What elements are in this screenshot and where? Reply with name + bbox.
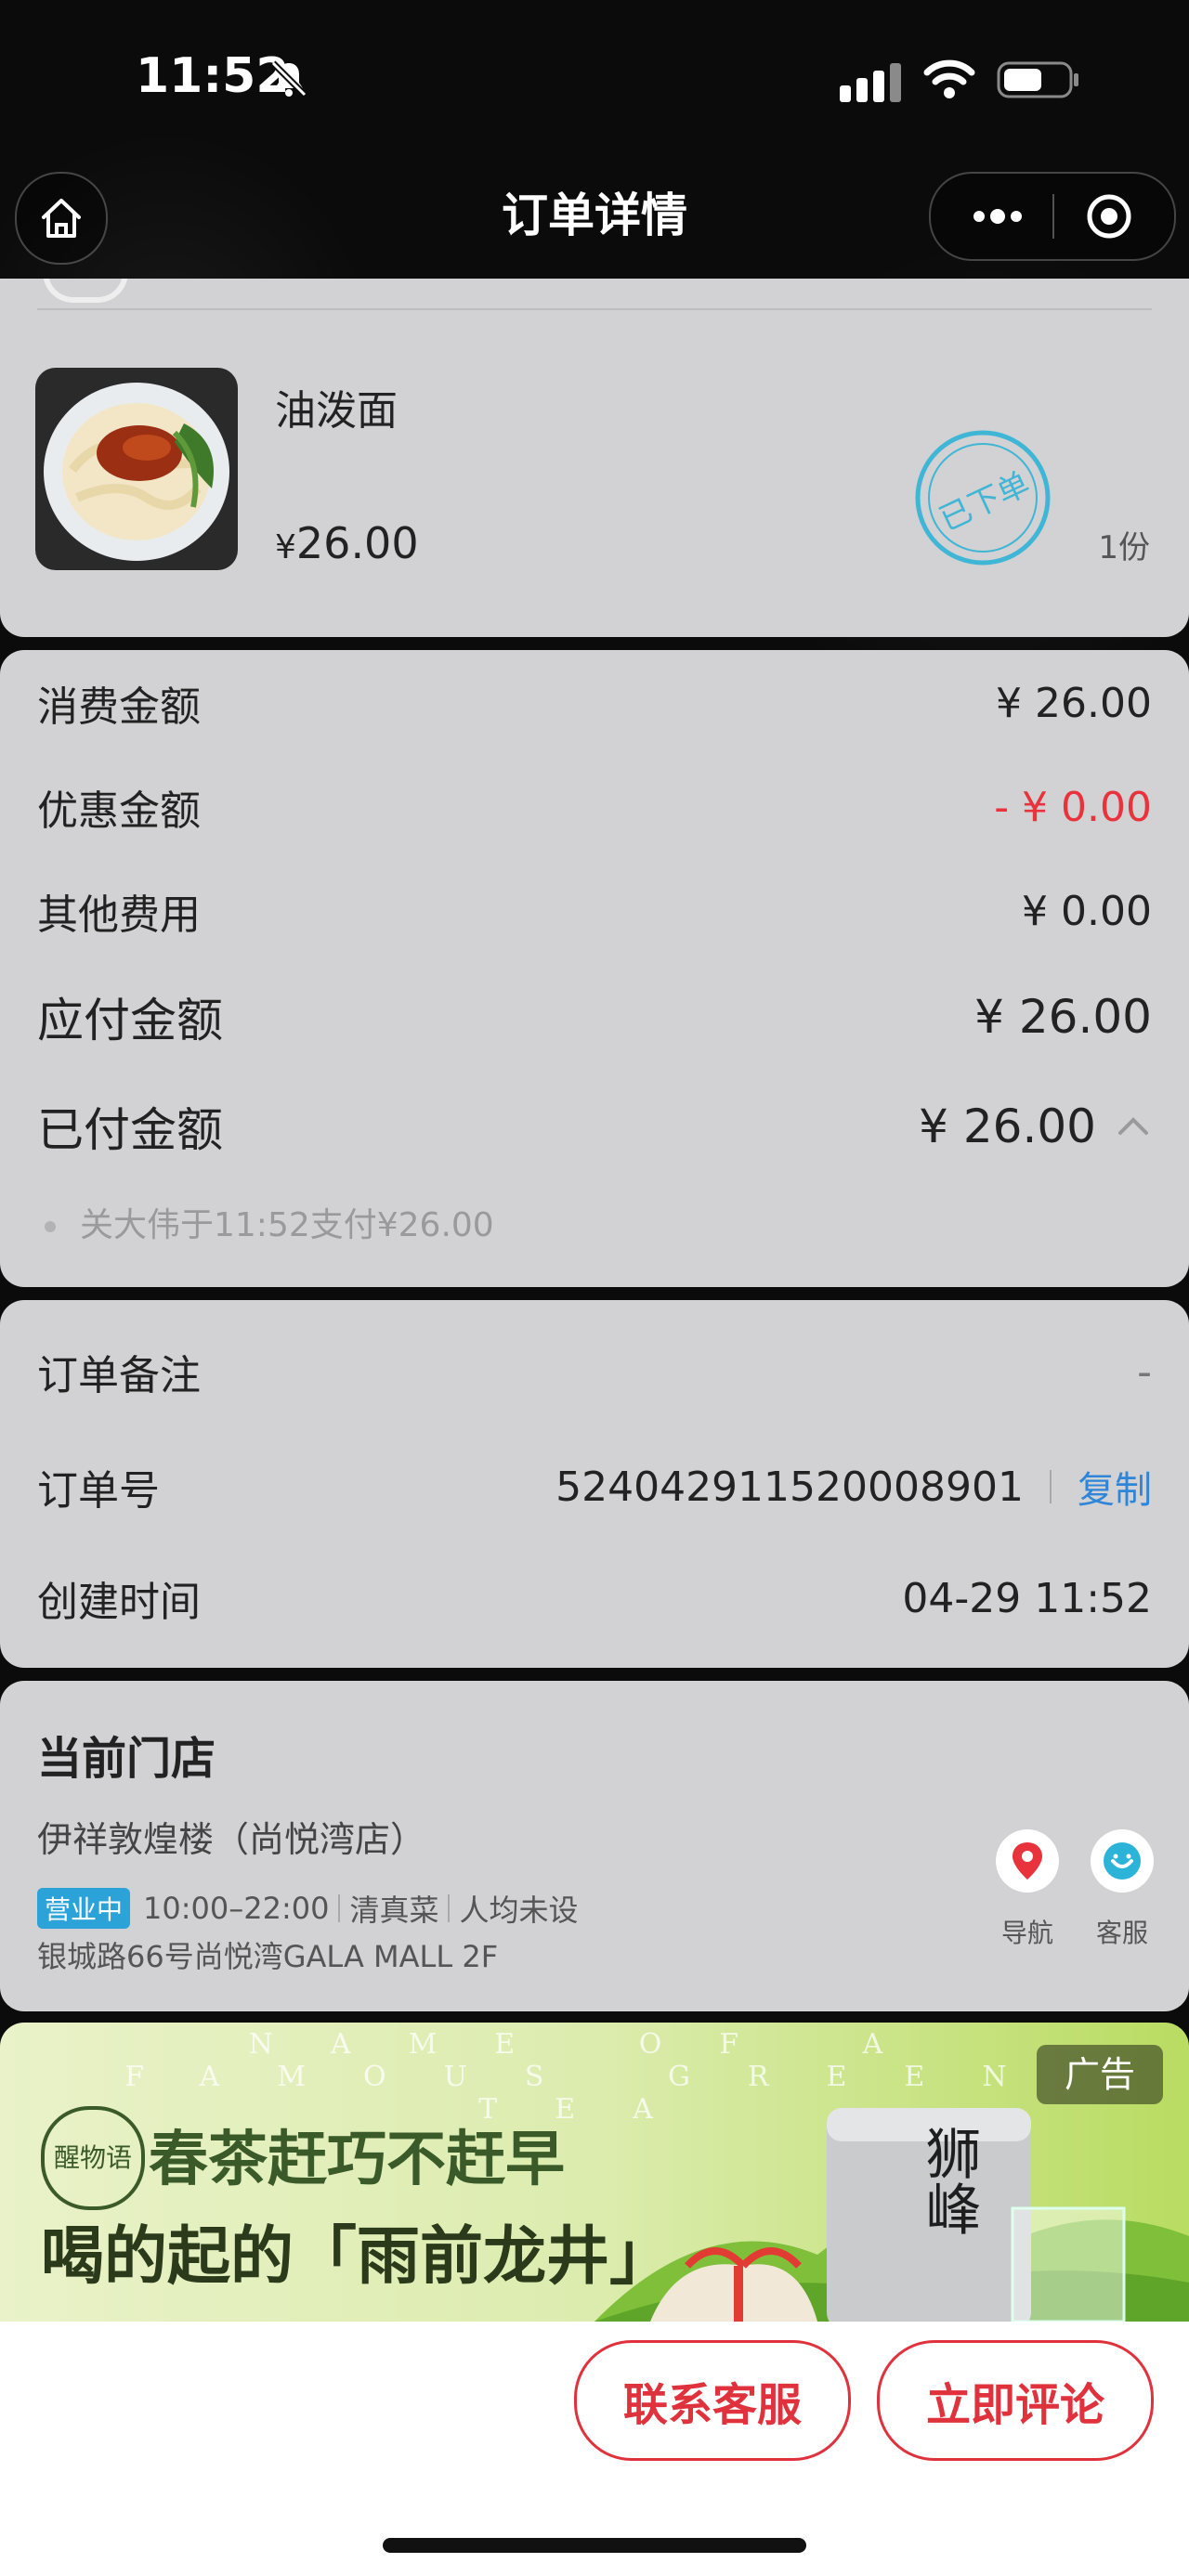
location-pin-icon — [1013, 1842, 1042, 1880]
more-icon[interactable] — [970, 198, 1026, 235]
order-number-row: 订单号 524042911520008901 复制 — [37, 1456, 1152, 1517]
cellular-signal-icon — [840, 63, 901, 102]
order-info-card: 订单备注 - 订单号 524042911520008901 复制 创建时间 04… — [0, 1300, 1189, 1668]
order-number-wrap: 524042911520008901 复制 — [555, 1460, 1152, 1514]
created-time-label: 创建时间 — [37, 1579, 201, 1626]
customer-service-label: 客服 — [1095, 1918, 1148, 1948]
payment-detail: 关大伟于11:52支付¥26.00 — [45, 1198, 494, 1246]
chevron-up-icon[interactable] — [1115, 1112, 1152, 1140]
summary-value: ¥ 26.00 — [996, 679, 1152, 727]
discount-value: - ¥ 0.00 — [994, 783, 1152, 831]
created-time-row: 创建时间 04-29 11:52 — [37, 1568, 1152, 1629]
order-number-label: 订单号 — [37, 1467, 160, 1515]
home-indicator[interactable] — [383, 2538, 806, 2553]
order-number-value: 524042911520008901 — [555, 1463, 1024, 1511]
amount-due-value: ¥ 26.00 — [974, 990, 1152, 1044]
battery-icon — [997, 61, 1078, 98]
item-quantity: 1份 — [1098, 529, 1150, 566]
navigate-label: 导航 — [1000, 1918, 1053, 1948]
status-bar: 11:52 — [0, 0, 1189, 163]
item-name: 油泼面 — [275, 387, 398, 435]
stamp-text: 已下单 — [934, 466, 1036, 539]
created-time-value: 04-29 11:52 — [902, 1574, 1152, 1622]
ad-banner[interactable]: NAME OF A FAMOUS GREEN TEA 广告 醒物语 春茶赶巧不赶… — [0, 2023, 1189, 2322]
summary-label: 其他费用 — [37, 891, 201, 939]
remark-label: 订单备注 — [37, 1352, 201, 1399]
divider — [338, 1894, 341, 1922]
store-status-badge: 营业中 — [37, 1888, 131, 1929]
store-hours: 10:00–22:00 — [143, 1891, 330, 1926]
review-button[interactable]: 立即评论 — [877, 2340, 1154, 2461]
currency-symbol: ¥ — [275, 528, 296, 566]
copy-button[interactable]: 复制 — [1078, 1460, 1152, 1514]
avatar-fragment — [43, 279, 128, 303]
ad-product-label: 狮峰 — [916, 2125, 981, 2236]
store-cuisine: 清真菜 — [349, 1893, 439, 1928]
summary-row: 其他费用 ¥ 0.00 — [37, 880, 1152, 942]
summary-row: 消费金额 ¥ 26.00 — [37, 672, 1152, 734]
navigate-button[interactable] — [996, 1829, 1059, 1893]
ad-tag: 广告 — [1037, 2045, 1163, 2104]
ad-headline: 春茶赶巧不赶早 — [149, 2125, 565, 2194]
store-card: 当前门店 伊祥敦煌楼（尚悦湾店） 营业中 10:00–22:00 清真菜 人均未… — [0, 1681, 1189, 2011]
mini-program-capsule — [929, 172, 1176, 261]
ad-subheadline: 喝的起的「雨前龙井」 — [41, 2219, 673, 2294]
status-time: 11:52 — [136, 48, 290, 104]
customer-service-button[interactable] — [1091, 1829, 1154, 1893]
customer-service-icon — [1104, 1842, 1141, 1880]
order-item-card: 油泼面 ¥26.00 已下单 1份 — [0, 279, 1189, 637]
item-price: ¥26.00 — [275, 518, 419, 568]
store-avg-price: 人均未设 — [459, 1893, 579, 1928]
store-section-title: 当前门店 — [37, 1733, 216, 1785]
store-name[interactable]: 伊祥敦煌楼（尚悦湾店） — [37, 1811, 425, 1862]
ad-brand-logo: 醒物语 — [41, 2106, 145, 2210]
paid-amount-value: ¥ 26.00 — [919, 1099, 1096, 1153]
payment-detail-text: 关大伟于11:52支付¥26.00 — [80, 1206, 494, 1244]
ordered-stamp: 已下单 — [915, 430, 1051, 566]
summary-row: 优惠金额 - ¥ 0.00 — [37, 776, 1152, 838]
paid-value-wrap: ¥ 26.00 — [919, 1099, 1152, 1153]
contact-service-button[interactable]: 联系客服 — [574, 2340, 851, 2461]
paid-amount-row[interactable]: 已付金额 ¥ 26.00 — [37, 1094, 1152, 1159]
remark-row: 订单备注 - — [37, 1341, 1152, 1402]
close-target-icon[interactable] — [1085, 192, 1133, 241]
divider — [37, 308, 1152, 310]
divider — [1050, 1470, 1052, 1503]
store-address: 银城路66号尚悦湾GALA MALL 2F — [37, 1939, 499, 1974]
summary-label: 优惠金额 — [37, 787, 201, 835]
store-meta: 营业中 10:00–22:00 清真菜 人均未设 — [37, 1887, 578, 1930]
capsule-divider — [1052, 194, 1054, 239]
summary-label: 应付金额 — [37, 994, 223, 1047]
payment-summary-card: 消费金额 ¥ 26.00 优惠金额 - ¥ 0.00 其他费用 ¥ 0.00 应… — [0, 650, 1189, 1287]
bullet-dot — [45, 1221, 56, 1232]
summary-row: 应付金额 ¥ 26.00 — [37, 984, 1152, 1049]
wifi-icon — [923, 59, 975, 98]
mute-bell-icon — [270, 60, 307, 98]
item-price-value: 26.00 — [295, 518, 419, 568]
food-image — [35, 368, 238, 570]
remark-value: - — [1137, 1347, 1152, 1396]
summary-value: ¥ 0.00 — [1022, 887, 1152, 935]
summary-label: 已付金额 — [37, 1103, 223, 1157]
summary-label: 消费金额 — [37, 683, 201, 731]
divider — [448, 1894, 451, 1922]
